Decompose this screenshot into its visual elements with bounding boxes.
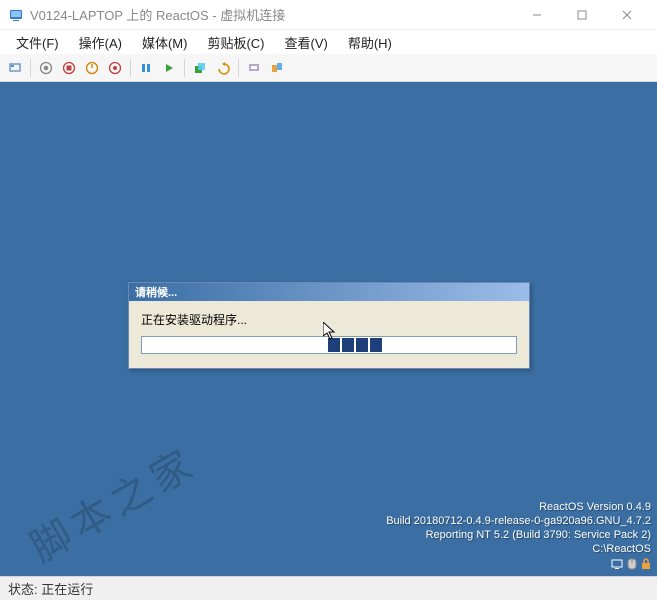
- guest-tray-icons: [386, 558, 651, 570]
- separator: [130, 59, 131, 77]
- lock-icon: [641, 558, 651, 570]
- window-titlebar: V0124-LAPTOP 上的 ReactOS - 虚拟机连接: [0, 0, 657, 30]
- reset-button[interactable]: [158, 57, 180, 79]
- menu-clipboard[interactable]: 剪贴板(C): [197, 31, 274, 54]
- vm-display[interactable]: 请稍候... 正在安装驱动程序... 脚本之家 ReactOS Version …: [0, 82, 657, 576]
- menu-action[interactable]: 操作(A): [69, 31, 132, 54]
- dialog-title: 请稍候...: [129, 283, 529, 301]
- start-button[interactable]: [35, 57, 57, 79]
- window-title: V0124-LAPTOP 上的 ReactOS - 虚拟机连接: [30, 5, 514, 24]
- guest-path: C:\ReactOS: [386, 542, 651, 556]
- app-icon: [8, 7, 24, 23]
- toolbar: [0, 54, 657, 82]
- progress-chunk: [356, 338, 368, 352]
- dialog-body: 正在安装驱动程序...: [129, 301, 529, 368]
- guest-build: Build 20180712-0.4.9-release-0-ga920a96.…: [386, 514, 651, 528]
- menu-bar: 文件(F) 操作(A) 媒体(M) 剪贴板(C) 查看(V) 帮助(H): [0, 30, 657, 54]
- minimize-button[interactable]: [514, 0, 559, 30]
- progress-dialog: 请稍候... 正在安装驱动程序...: [128, 282, 530, 369]
- menu-media[interactable]: 媒体(M): [132, 31, 198, 54]
- save-button[interactable]: [104, 57, 126, 79]
- monitor-icon: [611, 558, 623, 570]
- progress-chunk: [370, 338, 382, 352]
- maximize-button[interactable]: [559, 0, 604, 30]
- progress-chunk: [342, 338, 354, 352]
- separator: [30, 59, 31, 77]
- shutdown-button[interactable]: [81, 57, 103, 79]
- share-button[interactable]: [266, 57, 288, 79]
- close-button[interactable]: [604, 0, 649, 30]
- dialog-message: 正在安装驱动程序...: [141, 311, 517, 328]
- progress-chunk: [328, 338, 340, 352]
- status-label: 状态:: [8, 579, 38, 598]
- ctrl-alt-del-button[interactable]: [4, 57, 26, 79]
- status-value: 正在运行: [41, 579, 93, 598]
- separator: [238, 59, 239, 77]
- separator: [184, 59, 185, 77]
- progress-bar: [141, 336, 517, 354]
- pause-button[interactable]: [135, 57, 157, 79]
- revert-button[interactable]: [212, 57, 234, 79]
- guest-version: ReactOS Version 0.4.9: [386, 500, 651, 514]
- menu-help[interactable]: 帮助(H): [338, 31, 402, 54]
- mouse-icon: [627, 558, 637, 570]
- menu-view[interactable]: 查看(V): [275, 31, 338, 54]
- guest-report: Reporting NT 5.2 (Build 3790: Service Pa…: [386, 528, 651, 542]
- turnoff-button[interactable]: [58, 57, 80, 79]
- enhanced-session-button[interactable]: [243, 57, 265, 79]
- window-controls: [514, 0, 649, 30]
- checkpoint-button[interactable]: [189, 57, 211, 79]
- status-bar: 状态: 正在运行: [0, 576, 657, 600]
- guest-build-info: ReactOS Version 0.4.9 Build 20180712-0.4…: [386, 500, 651, 570]
- watermark-text: 脚本之家: [18, 431, 206, 573]
- menu-file[interactable]: 文件(F): [6, 31, 69, 54]
